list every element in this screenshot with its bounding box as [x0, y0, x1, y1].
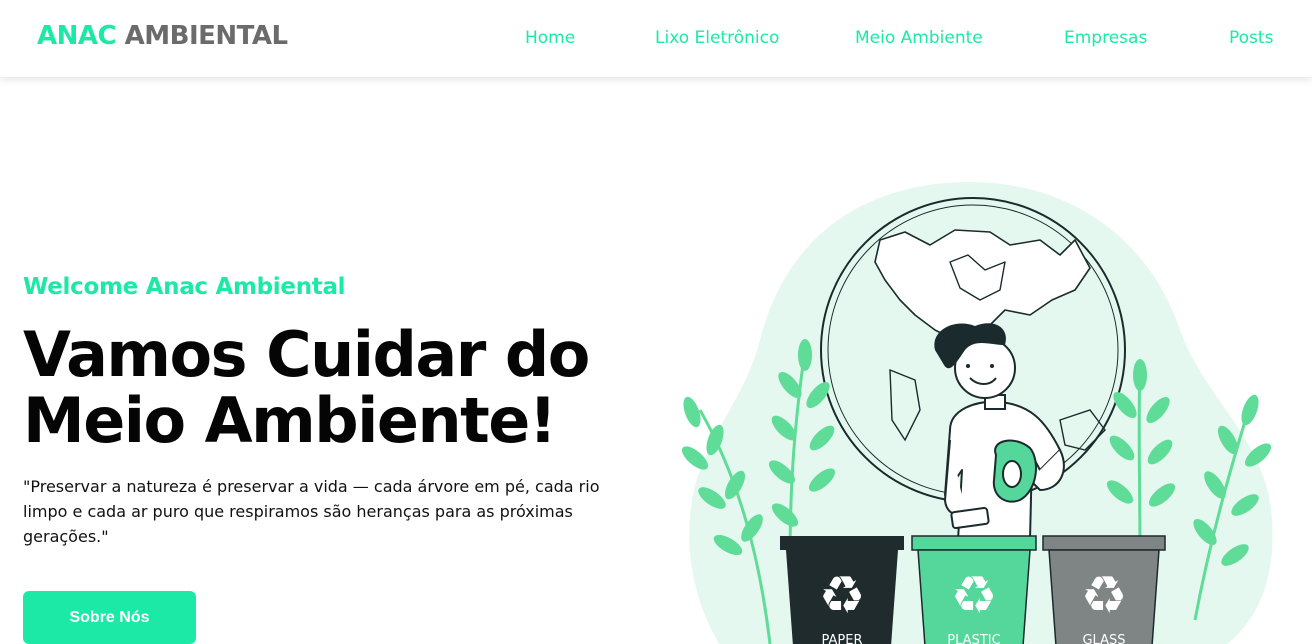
nav-link-meio-ambiente[interactable]: Meio Ambiente — [855, 28, 983, 48]
recycle-icon: ♻ — [1081, 566, 1128, 626]
brand-logo-part1: ANAC — [37, 21, 117, 51]
recycle-icon: ♻ — [819, 566, 866, 626]
bin-glass: ♻ GLASS — [1042, 535, 1166, 644]
hero-headline: Vamos Cuidar do Meio Ambiente! — [23, 322, 623, 454]
nav-link-empresas[interactable]: Empresas — [1064, 28, 1147, 48]
recycle-icon: ♻ — [951, 566, 998, 626]
recycling-illustration: ♻ PAPER ♻ PLASTIC ♻ GLASS — [681, 181, 1273, 644]
sobre-nos-button[interactable]: Sobre Nós — [23, 591, 196, 644]
hero-welcome: Welcome Anac Ambiental — [23, 274, 346, 300]
bin-label-paper: PAPER — [822, 633, 863, 644]
site-header: ANAC AMBIENTAL Home Lixo Eletrônico Meio… — [0, 0, 1312, 77]
bin-label-glass: GLASS — [1082, 633, 1125, 644]
hero-headline-line2: Meio Ambiente! — [23, 384, 557, 457]
hero-section: Welcome Anac Ambiental Vamos Cuidar do M… — [23, 274, 623, 549]
hero-quote: "Preservar a natureza é preservar a vida… — [23, 477, 600, 546]
bin-plastic: ♻ PLASTIC — [911, 535, 1037, 644]
brand-logo-part2: AMBIENTAL — [124, 21, 288, 51]
brand-logo[interactable]: ANAC AMBIENTAL — [37, 21, 288, 51]
nav-link-posts[interactable]: Posts — [1229, 28, 1273, 48]
bin-label-plastic: PLASTIC — [947, 633, 1000, 644]
nav-link-lixo-eletronico[interactable]: Lixo Eletrônico — [655, 28, 779, 48]
hero-headline-line1: Vamos Cuidar do — [23, 318, 590, 391]
bin-paper: ♻ PAPER — [780, 536, 904, 644]
nav-link-home[interactable]: Home — [525, 28, 575, 48]
